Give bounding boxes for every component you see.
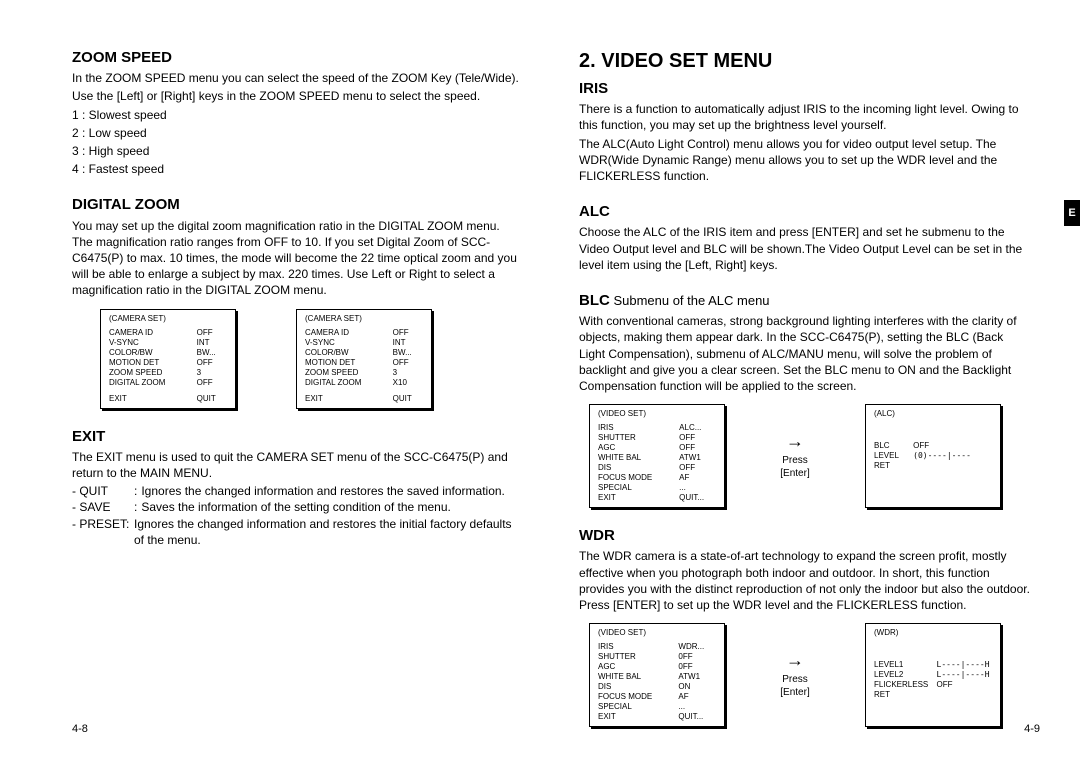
section-iris: IRIS There is a function to automaticall… bbox=[579, 79, 1030, 184]
definition-list: QUIT:Ignores the changed information and… bbox=[72, 483, 523, 548]
section-zoom-speed: ZOOM SPEED In the ZOOM SPEED menu you ca… bbox=[72, 48, 523, 177]
menu-title: (CAMERA SET) bbox=[305, 314, 423, 324]
arrow-press-enter: → Press [Enter] bbox=[765, 623, 825, 727]
section-exit: EXIT The EXIT menu is used to quit the C… bbox=[72, 427, 523, 548]
menu-title: (WDR) bbox=[874, 628, 992, 638]
text: Use the [Left] or [Right] keys in the ZO… bbox=[72, 88, 523, 104]
section-digital-zoom: DIGITAL ZOOM You may set up the digital … bbox=[72, 195, 523, 408]
menu-table: CAMERA IDOFF V-SYNCINT COLOR/BWBW... MOT… bbox=[109, 328, 227, 404]
text: 1 : Slowest speed bbox=[72, 107, 523, 123]
heading-digital-zoom: DIGITAL ZOOM bbox=[72, 195, 523, 215]
heading-alc: ALC bbox=[579, 202, 1030, 222]
text: 2 : Low speed bbox=[72, 125, 523, 141]
menu-table: CAMERA IDOFF V-SYNCINT COLOR/BWBW... MOT… bbox=[305, 328, 423, 404]
menu-screens-row: (CAMERA SET) CAMERA IDOFF V-SYNCINT COLO… bbox=[100, 309, 523, 409]
menu-screens-row: (VIDEO SET) IRISALC... SHUTTEROFF AGCOFF… bbox=[589, 404, 1030, 508]
heading-wdr: WDR bbox=[579, 526, 1030, 546]
term: PRESET: bbox=[72, 516, 134, 548]
text: There is a function to automatically adj… bbox=[579, 101, 1030, 133]
text: 3 : High speed bbox=[72, 143, 523, 159]
heading-blc: BLC Submenu of the ALC menu bbox=[579, 291, 1030, 311]
manual-spread: E ZOOM SPEED In the ZOOM SPEED menu you … bbox=[0, 0, 1080, 765]
desc: Saves the information of the setting con… bbox=[141, 499, 451, 515]
press-label: Press bbox=[782, 673, 808, 687]
arrow-right-icon: → bbox=[786, 651, 804, 669]
term: QUIT bbox=[72, 483, 134, 499]
camera-set-menu-1: (CAMERA SET) CAMERA IDOFF V-SYNCINT COLO… bbox=[100, 309, 236, 409]
menu-title: (CAMERA SET) bbox=[109, 314, 227, 324]
menu-title: (VIDEO SET) bbox=[598, 628, 716, 638]
text: The EXIT menu is used to quit the CAMERA… bbox=[72, 449, 523, 481]
enter-label: [Enter] bbox=[780, 467, 809, 481]
video-set-menu-2: (VIDEO SET) IRISWDR... SHUTTER0FF AGC0FF… bbox=[589, 623, 725, 727]
term: SAVE bbox=[72, 499, 134, 515]
desc: Ignores the changed information and rest… bbox=[141, 483, 505, 499]
heading-exit: EXIT bbox=[72, 427, 523, 447]
page-number-right: 4-9 bbox=[1024, 722, 1040, 737]
alc-menu: (ALC) BLCOFF LEVEL(0)----|---- RET bbox=[865, 404, 1001, 508]
text: With conventional cameras, strong backgr… bbox=[579, 313, 1030, 394]
chapter-title: 2. VIDEO SET MENU bbox=[579, 48, 1030, 75]
text: 4 : Fastest speed bbox=[72, 161, 523, 177]
camera-set-menu-2: (CAMERA SET) CAMERA IDOFF V-SYNCINT COLO… bbox=[296, 309, 432, 409]
menu-title: (VIDEO SET) bbox=[598, 409, 716, 419]
heading-zoom-speed: ZOOM SPEED bbox=[72, 48, 523, 68]
enter-label: [Enter] bbox=[780, 686, 809, 700]
desc: Ignores the changed information and rest… bbox=[134, 516, 523, 548]
arrow-right-icon: → bbox=[786, 432, 804, 450]
menu-screens-row: (VIDEO SET) IRISWDR... SHUTTER0FF AGC0FF… bbox=[589, 623, 1030, 727]
heading-iris: IRIS bbox=[579, 79, 1030, 99]
section-alc: ALC Choose the ALC of the IRIS item and … bbox=[579, 202, 1030, 273]
press-label: Press bbox=[782, 454, 808, 468]
section-wdr: WDR The WDR camera is a state-of-art tec… bbox=[579, 526, 1030, 727]
side-tab-e: E bbox=[1064, 200, 1080, 226]
text: You may set up the digital zoom magnific… bbox=[72, 218, 523, 299]
text: The ALC(Auto Light Control) menu allows … bbox=[579, 136, 1030, 185]
wdr-menu: (WDR) LEVEL1L----|----H LEVEL2L----|----… bbox=[865, 623, 1001, 727]
video-set-menu-1: (VIDEO SET) IRISALC... SHUTTEROFF AGCOFF… bbox=[589, 404, 725, 508]
page-number-left: 4-8 bbox=[72, 722, 88, 737]
menu-title: (ALC) bbox=[874, 409, 992, 419]
text: Choose the ALC of the IRIS item and pres… bbox=[579, 224, 1030, 273]
section-blc: BLC Submenu of the ALC menu With convent… bbox=[579, 291, 1030, 508]
text: The WDR camera is a state-of-art technol… bbox=[579, 548, 1030, 613]
arrow-press-enter: → Press [Enter] bbox=[765, 404, 825, 508]
right-page: 2. VIDEO SET MENU IRIS There is a functi… bbox=[551, 48, 1040, 745]
text: In the ZOOM SPEED menu you can select th… bbox=[72, 70, 523, 86]
left-page: ZOOM SPEED In the ZOOM SPEED menu you ca… bbox=[72, 48, 551, 745]
